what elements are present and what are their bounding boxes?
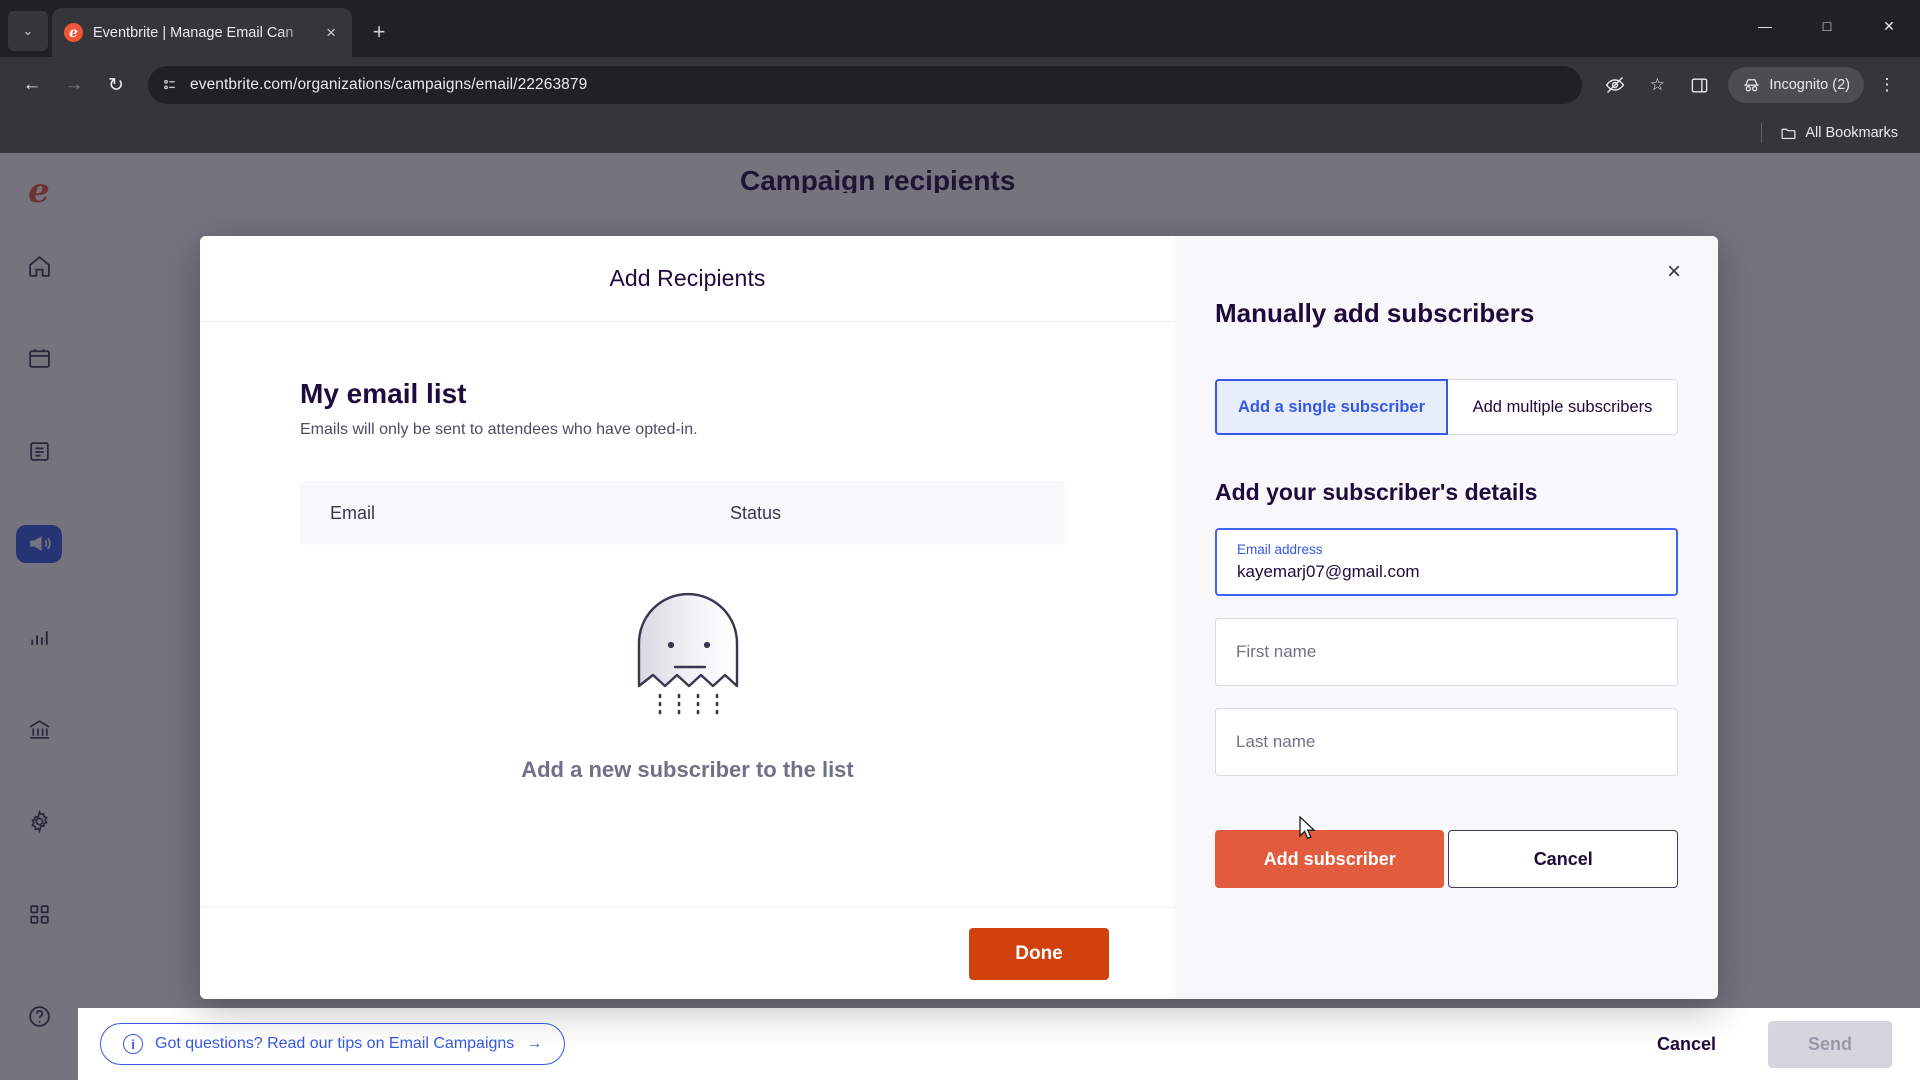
subscribers-table: Email Status (300, 481, 1065, 545)
send-button[interactable]: Send (1767, 1020, 1892, 1068)
info-icon: i (123, 1034, 143, 1054)
page-info-icon[interactable] (162, 77, 178, 93)
first-name-placeholder: First name (1236, 642, 1317, 661)
folder-icon (1781, 128, 1796, 139)
reload-icon[interactable]: ↻ (98, 67, 134, 103)
page-bottom-bar: i Got questions? Read our tips on Email … (78, 1008, 1920, 1080)
done-button[interactable]: Done (969, 927, 1109, 980)
browser-window: ⌄ e Eventbrite | Manage Email Can × + — … (0, 0, 1920, 1080)
email-list-heading: My email list (300, 378, 467, 409)
forward-icon[interactable]: → (56, 67, 92, 103)
column-header-status: Status (730, 502, 782, 523)
eventbrite-logo-icon: e (64, 23, 83, 42)
column-header-email: Email (330, 502, 376, 523)
close-icon[interactable]: × (1660, 258, 1688, 286)
tips-label: Got questions? Read our tips on Email Ca… (155, 1035, 515, 1052)
browser-menu-icon[interactable]: ⋮ (1868, 66, 1906, 104)
tab-search-button[interactable]: ⌄ (8, 11, 48, 51)
last-name-placeholder: Last name (1236, 732, 1316, 751)
eye-off-icon[interactable] (1596, 66, 1634, 104)
back-icon[interactable]: ← (14, 67, 50, 103)
manually-add-subscribers-panel: × Manually add subscribers Add a single … (1175, 236, 1718, 999)
all-bookmarks-button[interactable]: All Bookmarks (1780, 125, 1898, 142)
modal-footer: Done (200, 907, 1175, 999)
window-controls: — □ ✕ (1734, 0, 1920, 52)
empty-state: Add a new subscriber to the list (300, 545, 1075, 783)
window-close-icon[interactable]: ✕ (1858, 0, 1920, 52)
arrow-right-icon: → (526, 1035, 543, 1052)
bottom-actions: Cancel Send (1631, 1020, 1892, 1068)
add-recipients-modal: Add Recipients My email list Emails will… (200, 236, 1718, 999)
modal-header: Add Recipients (200, 236, 1175, 322)
tab-strip: ⌄ e Eventbrite | Manage Email Can × + — … (0, 0, 1920, 57)
side-panel-icon[interactable] (1680, 66, 1718, 104)
incognito-hat-icon (1744, 78, 1760, 91)
panel-actions: Add subscriber Cancel (1215, 816, 1678, 888)
subscriber-mode-tabs: Add a single subscriber Add multiple sub… (1215, 379, 1678, 435)
cancel-subscriber-button[interactable]: Cancel (1448, 830, 1678, 888)
form-heading: Add your subscriber's details (1215, 479, 1538, 505)
divider (1761, 123, 1763, 143)
browser-tab[interactable]: e Eventbrite | Manage Email Can × (52, 8, 352, 57)
tips-link[interactable]: i Got questions? Read our tips on Email … (100, 1023, 566, 1065)
cancel-button[interactable]: Cancel (1631, 1022, 1742, 1067)
modal-body: My email list Emails will only be sent t… (200, 322, 1175, 907)
bookmarks-bar: All Bookmarks (0, 113, 1920, 153)
table-header-row: Email Status (300, 481, 1065, 545)
modal-title: Add Recipients (609, 265, 766, 291)
email-field[interactable]: Email address kayemarj07@gmail.com (1215, 528, 1678, 596)
modal-left-panel: Add Recipients My email list Emails will… (200, 236, 1175, 999)
page-content: e (0, 153, 1920, 1080)
new-tab-button[interactable]: + (362, 15, 396, 49)
tab-add-single-subscriber[interactable]: Add a single subscriber (1215, 379, 1448, 435)
ghost-illustration (300, 583, 1075, 723)
maximize-icon[interactable]: □ (1796, 0, 1858, 52)
email-list-subtext: Emails will only be sent to attendees wh… (300, 421, 698, 438)
minimize-icon[interactable]: — (1734, 0, 1796, 52)
panel-heading: Manually add subscribers (1215, 298, 1535, 328)
browser-toolbar: ← → ↻ eventbrite.com/organizations/campa… (0, 57, 1920, 113)
mouse-cursor-icon (1299, 816, 1316, 840)
toolbar-actions: ☆ Incognito (2) ⋮ (1596, 66, 1906, 104)
add-subscriber-label: Add subscriber (1263, 848, 1396, 869)
all-bookmarks-label: All Bookmarks (1805, 125, 1898, 141)
url-text: eventbrite.com/organizations/campaigns/e… (190, 76, 588, 93)
close-icon[interactable]: × (322, 20, 340, 45)
incognito-indicator[interactable]: Incognito (2) (1728, 67, 1864, 103)
bookmark-star-icon[interactable]: ☆ (1638, 66, 1676, 104)
address-bar[interactable]: eventbrite.com/organizations/campaigns/e… (148, 66, 1583, 104)
first-name-field[interactable]: First name (1215, 618, 1678, 686)
empty-state-text: Add a new subscriber to the list (521, 757, 854, 782)
add-subscriber-button[interactable]: Add subscriber (1215, 816, 1445, 888)
tab-add-multiple-subscribers[interactable]: Add multiple subscribers (1448, 379, 1678, 435)
chevron-down-icon: ⌄ (22, 23, 34, 38)
email-field-label: Email address (1237, 542, 1323, 558)
incognito-label: Incognito (2) (1769, 77, 1850, 93)
email-field-value: kayemarj07@gmail.com (1237, 561, 1420, 581)
last-name-field[interactable]: Last name (1215, 708, 1678, 776)
tab-title: Eventbrite | Manage Email Can (93, 24, 294, 41)
